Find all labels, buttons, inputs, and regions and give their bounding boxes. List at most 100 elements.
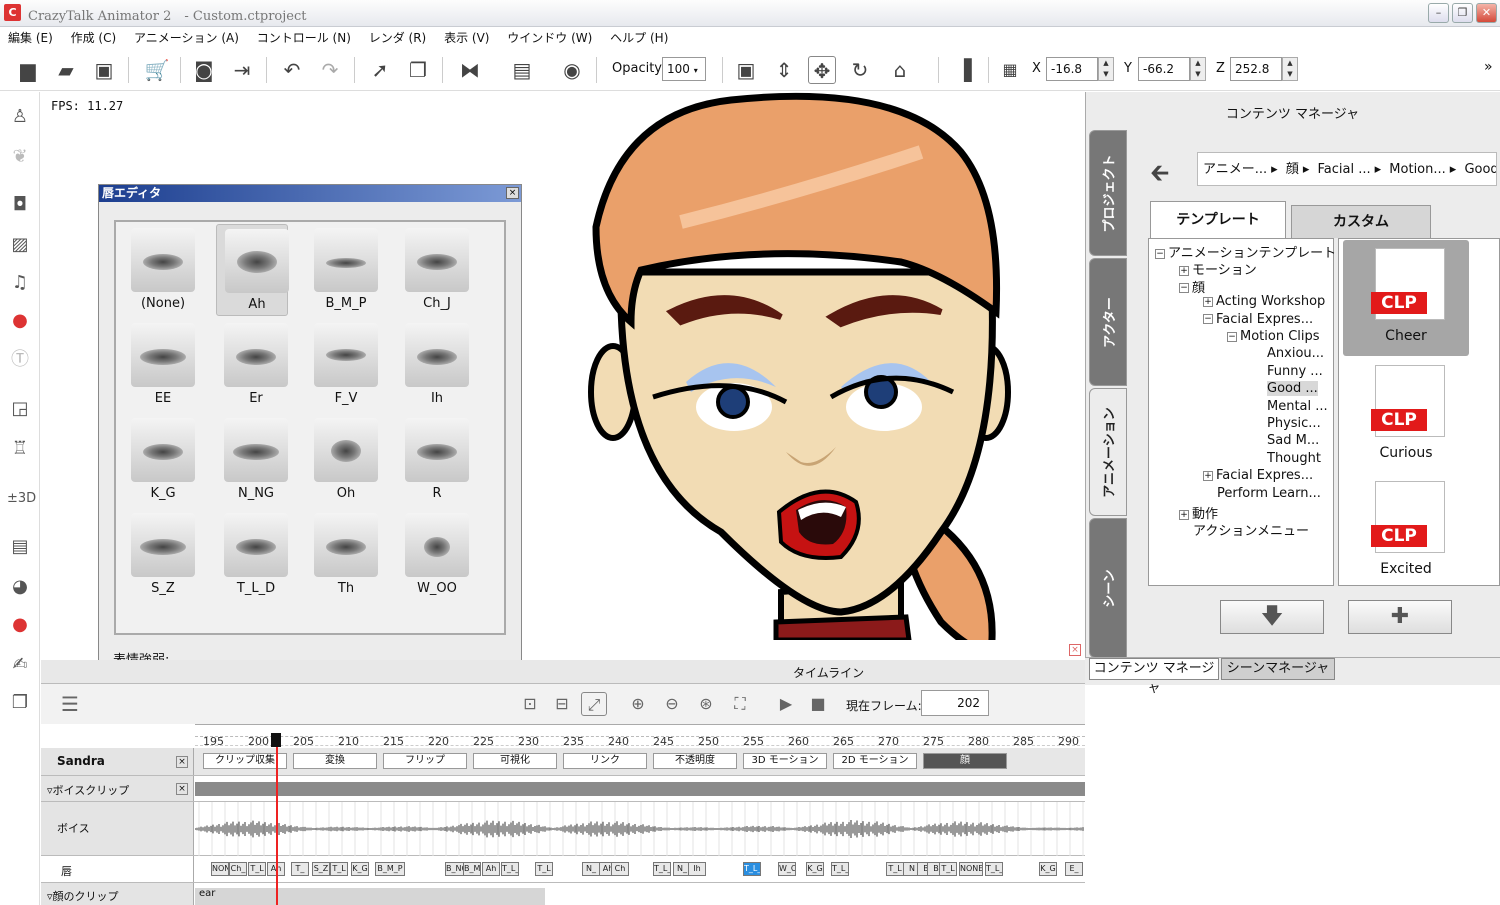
clip-cheer[interactable]: CLP Cheer	[1343, 240, 1469, 356]
tree-node[interactable]: Mental ...	[1267, 399, 1328, 414]
phoneme-key[interactable]: T_L	[886, 862, 904, 876]
voice-clip-bar[interactable]	[195, 782, 1085, 796]
phoneme-key[interactable]: T_L	[330, 862, 348, 876]
minimize-button[interactable]: –	[1428, 3, 1449, 23]
lip-shape-ah[interactable]: Ah	[216, 224, 289, 316]
music-icon[interactable]: ♫	[7, 270, 33, 296]
text-icon[interactable]: Ⓣ	[7, 347, 33, 373]
phoneme-key[interactable]: NON	[211, 862, 229, 876]
zoom-in-icon[interactable]: ⊕	[625, 692, 651, 716]
expand-icon[interactable]: +	[1203, 296, 1213, 307]
add-button[interactable]: ✚	[1348, 600, 1452, 634]
clip-excited[interactable]: CLP Excited	[1343, 473, 1469, 589]
breadcrumb-item[interactable]: 顔	[1286, 162, 1299, 177]
tree-node[interactable]: Physic...	[1267, 416, 1321, 431]
menu-create[interactable]: 作成 (C)	[71, 27, 117, 49]
pose-icon[interactable]: ♖	[7, 436, 33, 462]
lip-shape-w-oo[interactable]: W_OO	[397, 509, 469, 601]
phoneme-key[interactable]: T_L	[939, 862, 957, 876]
breadcrumb-item[interactable]: Facial ...	[1318, 162, 1371, 177]
phoneme-key[interactable]: E_	[1065, 862, 1083, 876]
morph-icon[interactable]: ◕	[7, 574, 33, 600]
phoneme-key[interactable]: B_M_P	[375, 862, 405, 876]
download-button[interactable]: 🡇	[1220, 600, 1324, 634]
track-button[interactable]: リンク	[563, 753, 647, 769]
breadcrumb-item[interactable]: Good ...	[1464, 162, 1496, 177]
tab-template[interactable]: テンプレート	[1150, 201, 1286, 238]
track-button[interactable]: 2D モーション	[833, 753, 917, 769]
lip-shape-ih[interactable]: Ih	[397, 319, 469, 411]
3d-icon[interactable]: ±3D	[7, 486, 36, 512]
camera-icon[interactable]: ▣	[732, 56, 760, 84]
puppet-icon[interactable]: ✍	[7, 652, 33, 678]
fullscreen-icon[interactable]: ⛶	[727, 692, 753, 716]
phoneme-key[interactable]: N_	[582, 862, 600, 876]
opacity-select[interactable]: 100 ▾	[662, 57, 706, 81]
track-button[interactable]: 顔	[923, 753, 1007, 769]
align-icon[interactable]: ▐	[950, 56, 978, 84]
preview-icon[interactable]: ◙	[190, 56, 218, 84]
tree-node[interactable]: − Facial Expres...	[1203, 312, 1313, 327]
y-spinner[interactable]: ▲ ▼	[1190, 57, 1206, 81]
script-icon[interactable]: ▤	[7, 534, 33, 560]
tree-node[interactable]: アクションメニュー	[1193, 520, 1309, 539]
menu-window[interactable]: ウインドウ (W)	[507, 27, 592, 49]
face-clip-bar[interactable]: ear	[195, 888, 545, 905]
home-icon[interactable]: ⌂	[886, 56, 914, 84]
menu-animation[interactable]: アニメーション (A)	[134, 27, 239, 49]
tree-node[interactable]: Funny ...	[1267, 364, 1323, 379]
move-vertical-icon[interactable]: ⇕	[770, 56, 798, 84]
track-list-icon[interactable]: ☰	[57, 692, 83, 716]
tree-node[interactable]: Thought	[1267, 451, 1321, 466]
lip-shape-er[interactable]: Er	[216, 319, 288, 411]
phoneme-key[interactable]: T_L_D	[831, 862, 849, 876]
phoneme-key[interactable]: Ih	[688, 862, 706, 876]
lip-shape-none[interactable]: (None)	[123, 224, 195, 316]
playhead-marker[interactable]	[271, 733, 281, 747]
y-field[interactable]: -66.2	[1138, 57, 1190, 81]
phoneme-key[interactable]: K_G	[351, 862, 369, 876]
lip-shape-s-z[interactable]: S_Z	[123, 509, 195, 601]
redo-icon[interactable]: ↷	[316, 56, 344, 84]
z-spinner[interactable]: ▲ ▼	[1282, 57, 1298, 81]
shopping-cart-icon[interactable]: 🛒	[140, 56, 174, 84]
side-tab-actor[interactable]: アクター	[1089, 258, 1127, 386]
track-button[interactable]: 3D モーション	[743, 753, 827, 769]
back-arrow-icon[interactable]: 🡰	[1150, 156, 1169, 197]
rotate-icon[interactable]: ↻	[846, 56, 874, 84]
open-folder-icon[interactable]: ▰	[52, 56, 80, 84]
x-field[interactable]: -16.8	[1046, 57, 1098, 81]
tab-custom[interactable]: カスタム	[1291, 205, 1431, 238]
lip-shape-n-ng[interactable]: N_NG	[216, 414, 288, 506]
toolbar-overflow-button[interactable]: »	[1484, 59, 1493, 75]
tree-node[interactable]: + モーション	[1179, 259, 1257, 278]
stop-icon[interactable]: ■	[805, 692, 831, 716]
tree-node[interactable]: − Motion Clips	[1227, 329, 1320, 344]
current-frame-field[interactable]: 202	[921, 690, 989, 716]
tree-node[interactable]: Perform Learn...	[1217, 486, 1321, 501]
voice-waveform[interactable]	[195, 802, 1085, 856]
phoneme-key[interactable]: T_L_D	[985, 862, 1003, 876]
z-field[interactable]: 252.8	[1230, 57, 1282, 81]
actor-collapse-icon[interactable]: ×	[176, 756, 188, 768]
track-button[interactable]: クリップ収集	[203, 753, 287, 769]
expand-icon[interactable]: +	[1203, 470, 1213, 481]
phoneme-key[interactable]: B_M_	[463, 862, 481, 876]
collapse-icon[interactable]: −	[1227, 331, 1237, 342]
maximize-button[interactable]: ❐	[1452, 3, 1473, 23]
image-icon[interactable]: ▨	[7, 232, 33, 258]
phoneme-key[interactable]: K_G	[806, 862, 824, 876]
timeline-close-icon[interactable]: ×	[1069, 644, 1081, 656]
lip-shape-ch-j[interactable]: Ch_J	[397, 224, 469, 316]
tree-node[interactable]: + Facial Expres...	[1203, 468, 1313, 483]
phoneme-key[interactable]: T_L_D	[501, 862, 519, 876]
collapse-icon[interactable]: −	[1155, 248, 1165, 259]
save-icon[interactable]: ▣	[90, 56, 118, 84]
side-tab-project[interactable]: プロジェクト	[1089, 130, 1127, 256]
phoneme-key[interactable]: Ah	[482, 862, 500, 876]
record-icon[interactable]: ●	[7, 612, 33, 638]
track-button[interactable]: フリップ	[383, 753, 467, 769]
menu-render[interactable]: レンダ (R)	[369, 27, 427, 49]
undo-icon[interactable]: ↶	[278, 56, 306, 84]
breadcrumb-item[interactable]: アニメー...	[1203, 162, 1267, 177]
